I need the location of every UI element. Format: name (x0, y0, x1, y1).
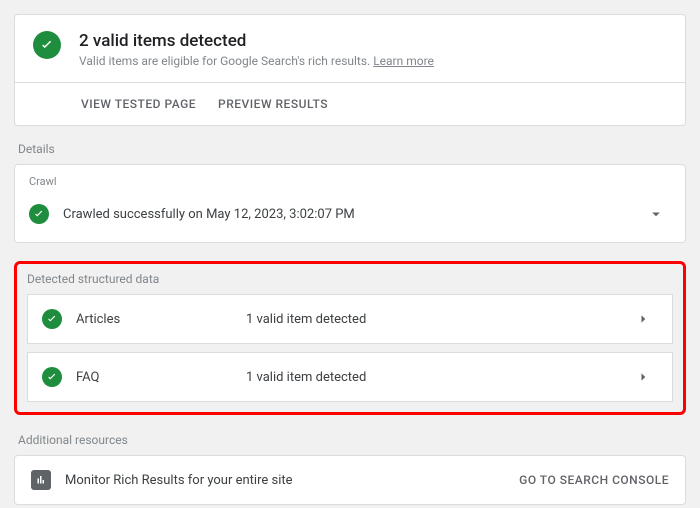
check-icon (42, 367, 62, 387)
resources-label: Additional resources (18, 433, 686, 447)
structured-item-type: FAQ (76, 370, 246, 385)
summary-card: 2 valid items detected Valid items are e… (14, 14, 686, 126)
resource-card: Monitor Rich Results for your entire sit… (14, 455, 686, 505)
structured-data-label: Detected structured data (27, 272, 673, 286)
chevron-down-icon (647, 205, 665, 223)
go-to-search-console-button[interactable]: GO TO SEARCH CONSOLE (519, 473, 669, 487)
summary-actions: VIEW TESTED PAGE PREVIEW RESULTS (15, 82, 685, 125)
structured-item-type: Articles (76, 312, 246, 327)
summary-subtitle-text: Valid items are eligible for Google Sear… (79, 54, 373, 68)
check-icon (33, 31, 61, 59)
structured-data-highlight: Detected structured data Articles 1 vali… (14, 261, 686, 415)
crawl-row: Crawled successfully on May 12, 2023, 3:… (29, 196, 671, 232)
check-icon (42, 309, 62, 329)
structured-item-status: 1 valid item detected (246, 370, 634, 385)
crawl-card[interactable]: Crawl Crawled successfully on May 12, 20… (14, 164, 686, 243)
resource-text: Monitor Rich Results for your entire sit… (65, 473, 519, 488)
structured-item-faq[interactable]: FAQ 1 valid item detected (27, 352, 673, 402)
check-icon (29, 204, 49, 224)
structured-item-articles[interactable]: Articles 1 valid item detected (27, 294, 673, 344)
chevron-right-icon (634, 310, 652, 328)
analytics-icon (31, 470, 51, 490)
summary-subtitle: Valid items are eligible for Google Sear… (79, 54, 434, 68)
details-label: Details (18, 142, 686, 156)
view-tested-page-button[interactable]: VIEW TESTED PAGE (81, 97, 196, 111)
crawl-label: Crawl (29, 175, 671, 188)
summary-title: 2 valid items detected (79, 31, 434, 51)
preview-results-button[interactable]: PREVIEW RESULTS (218, 97, 328, 111)
summary-header: 2 valid items detected Valid items are e… (15, 15, 685, 82)
crawl-text: Crawled successfully on May 12, 2023, 3:… (63, 207, 647, 222)
learn-more-link[interactable]: Learn more (373, 54, 434, 68)
chevron-right-icon (634, 368, 652, 386)
structured-item-status: 1 valid item detected (246, 312, 634, 327)
